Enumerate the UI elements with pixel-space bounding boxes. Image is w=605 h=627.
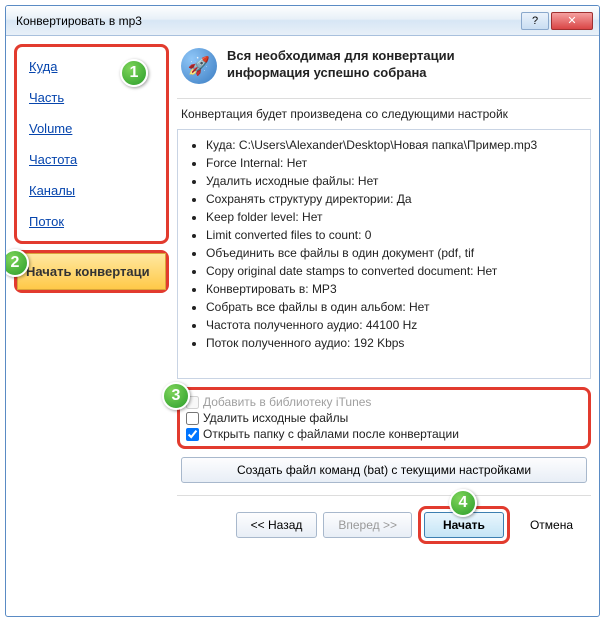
setting-row: Force Internal: Нет	[206, 154, 586, 172]
settings-list: Куда: C:\Users\Alexander\Desktop\Новая п…	[177, 129, 591, 379]
sidebar-item-potok[interactable]: Поток	[19, 206, 164, 237]
start-button-wrap: 4 Начать	[418, 506, 510, 544]
checkbox-open-label[interactable]: Открыть папку с файлами после конвертаци…	[203, 427, 459, 441]
sidebar-item-chast[interactable]: Часть	[19, 82, 164, 113]
setting-row: Поток полученного аудио: 192 Kbps	[206, 334, 586, 352]
header-line1: Вся необходимая для конвертации	[227, 48, 455, 65]
window-title: Конвертировать в mp3	[16, 14, 521, 28]
close-button[interactable]: ✕	[551, 12, 593, 30]
sidebar-item-kanaly[interactable]: Каналы	[19, 175, 164, 206]
intro-text: Конвертация будет произведена со следующ…	[177, 107, 591, 121]
annotation-badge-1: 1	[120, 59, 148, 87]
annotation-badge-3: 3	[162, 382, 190, 410]
dialog-window: Конвертировать в mp3 ? ✕ 1 Куда Часть Vo…	[5, 5, 600, 617]
checkbox-delete[interactable]	[186, 412, 199, 425]
setting-row: Сохранять структуру директории: Да	[206, 190, 586, 208]
checkbox-delete-label[interactable]: Удалить исходные файлы	[203, 411, 348, 425]
setting-row: Copy original date stamps to converted d…	[206, 262, 586, 280]
checkbox-open[interactable]	[186, 428, 199, 441]
annotation-badge-4: 4	[449, 489, 477, 517]
setting-row: Limit converted files to count: 0	[206, 226, 586, 244]
checkbox-section: 3 Добавить в библиотеку iTunes Удалить и…	[177, 387, 591, 449]
rocket-icon: 🚀	[181, 48, 217, 84]
sidebar-start-group: 2 Начать конвертаци	[14, 250, 169, 293]
setting-row: Keep folder level: Нет	[206, 208, 586, 226]
forward-button: Вперед >>	[323, 512, 412, 538]
help-button[interactable]: ?	[521, 12, 549, 30]
sidebar-item-volume[interactable]: Volume	[19, 113, 164, 144]
checkbox-itunes-row: Добавить в библиотеку iTunes	[186, 394, 582, 410]
checkbox-open-row: Открыть папку с файлами после конвертаци…	[186, 426, 582, 442]
nav-button-row: << Назад Вперед >> 4 Начать Отмена	[177, 495, 591, 544]
setting-row: Объединить все файлы в один документ (pd…	[206, 244, 586, 262]
sidebar: 1 Куда Часть Volume Частота Каналы Поток…	[14, 44, 169, 608]
checkbox-delete-row: Удалить исходные файлы	[186, 410, 582, 426]
back-button[interactable]: << Назад	[236, 512, 318, 538]
setting-row: Частота полученного аудио: 44100 Hz	[206, 316, 586, 334]
sidebar-steps-group: 1 Куда Часть Volume Частота Каналы Поток	[14, 44, 169, 244]
setting-row: Удалить исходные файлы: Нет	[206, 172, 586, 190]
titlebar: Конвертировать в mp3 ? ✕	[6, 6, 599, 36]
checkbox-itunes-label: Добавить в библиотеку iTunes	[203, 395, 371, 409]
header-line2: информация успешно собрана	[227, 65, 455, 82]
bat-button-row: Создать файл команд (bat) с текущими нас…	[177, 457, 591, 483]
divider	[177, 98, 591, 99]
sidebar-item-start[interactable]: Начать конвертаци	[17, 253, 166, 290]
header-block: 🚀 Вся необходимая для конвертации информ…	[177, 44, 591, 96]
setting-row: Собрать все файлы в один альбом: Нет	[206, 298, 586, 316]
content-area: 1 Куда Часть Volume Частота Каналы Поток…	[6, 36, 599, 616]
setting-row: Конвертировать в: MP3	[206, 280, 586, 298]
create-bat-button[interactable]: Создать файл команд (bat) с текущими нас…	[181, 457, 587, 483]
cancel-button[interactable]: Отмена	[516, 512, 587, 538]
setting-row: Куда: C:\Users\Alexander\Desktop\Новая п…	[206, 136, 586, 154]
main-panel: 🚀 Вся необходимая для конвертации информ…	[177, 44, 591, 608]
window-buttons: ? ✕	[521, 12, 593, 30]
header-text: Вся необходимая для конвертации информац…	[227, 48, 455, 84]
sidebar-item-chastota[interactable]: Частота	[19, 144, 164, 175]
